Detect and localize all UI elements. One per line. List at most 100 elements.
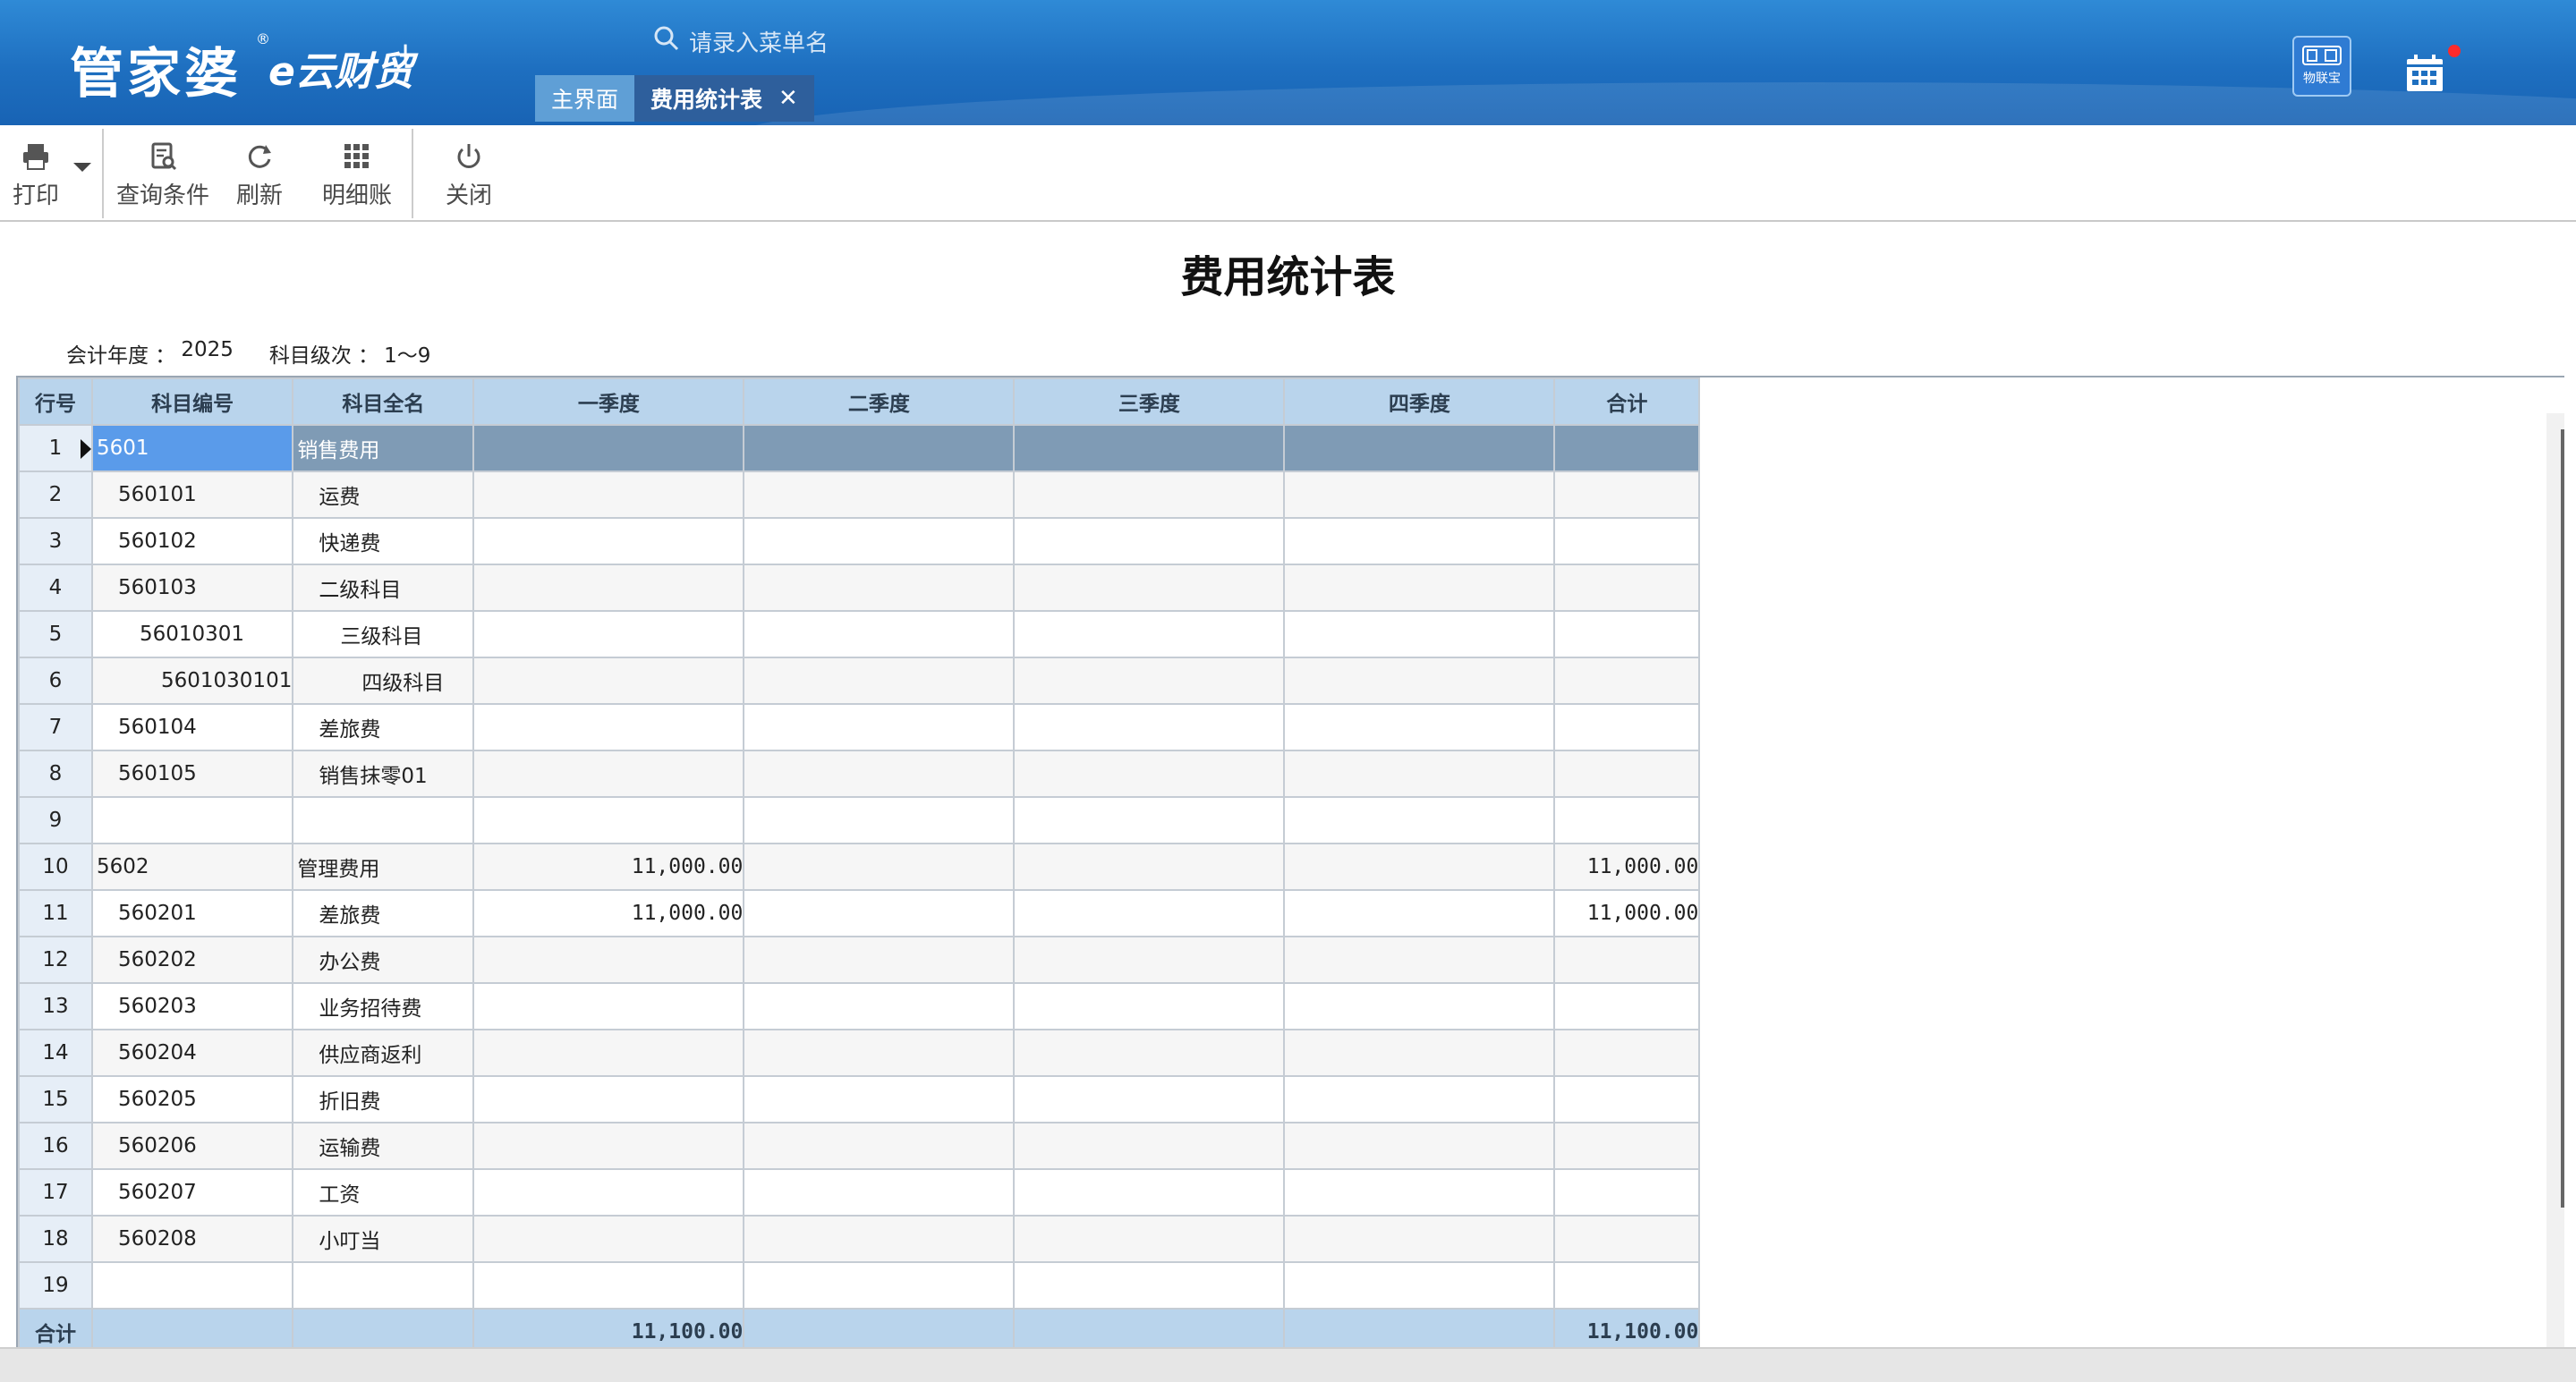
amount-q1[interactable]: 11,000.00: [472, 889, 745, 937]
amount-q2[interactable]: [743, 889, 1016, 937]
amount-q4[interactable]: [1283, 471, 1556, 519]
amount-q1[interactable]: [472, 424, 745, 472]
table-row[interactable]: 15 560205 折旧费: [18, 1075, 1701, 1123]
subject-code[interactable]: 560104: [90, 703, 294, 751]
amount-total[interactable]: 11,000.00: [1553, 843, 1701, 891]
row-number[interactable]: 9: [18, 796, 93, 844]
subject-name[interactable]: 运费: [292, 471, 475, 519]
col-header-q2[interactable]: 二季度: [743, 377, 1016, 426]
subject-code[interactable]: 560201: [90, 889, 294, 937]
table-row[interactable]: 19: [18, 1261, 1701, 1310]
row-number[interactable]: 16: [18, 1122, 93, 1170]
amount-q4[interactable]: [1283, 796, 1556, 844]
subject-name[interactable]: 快递费: [292, 517, 475, 565]
amount-total[interactable]: [1553, 982, 1701, 1030]
detail-ledger-button[interactable]: 明细账: [322, 141, 392, 210]
row-number[interactable]: 14: [18, 1029, 93, 1077]
table-row[interactable]: 8 560105 销售抹零01: [18, 750, 1701, 798]
amount-total[interactable]: [1553, 936, 1701, 984]
subject-name[interactable]: 差旅费: [292, 703, 475, 751]
amount-q3[interactable]: [1013, 843, 1286, 891]
amount-q3[interactable]: [1013, 610, 1286, 658]
amount-q1[interactable]: [472, 1122, 745, 1170]
amount-q3[interactable]: [1013, 936, 1286, 984]
table-row[interactable]: 5 56010301 三级科目: [18, 610, 1701, 658]
table-row[interactable]: 10 5602 管理费用 11,000.00 11,000.00: [18, 843, 1701, 891]
query-conditions-button[interactable]: 查询条件: [116, 141, 209, 210]
amount-q1[interactable]: [472, 750, 745, 798]
amount-q1[interactable]: [472, 1075, 745, 1123]
amount-q4[interactable]: [1283, 1261, 1556, 1310]
subject-name[interactable]: 二级科目: [292, 564, 475, 612]
subject-name[interactable]: 供应商返利: [292, 1029, 475, 1077]
row-number[interactable]: 18: [18, 1215, 93, 1263]
scrollbar-thumb[interactable]: [2561, 429, 2564, 1208]
table-row[interactable]: 11 560201 差旅费 11,000.00 11,000.00: [18, 889, 1701, 937]
amount-q2[interactable]: [743, 796, 1016, 844]
amount-q4[interactable]: [1283, 982, 1556, 1030]
amount-q4[interactable]: [1283, 424, 1556, 472]
amount-q2[interactable]: [743, 936, 1016, 984]
table-row[interactable]: 2 560101 运费: [18, 471, 1701, 519]
row-number[interactable]: 13: [18, 982, 93, 1030]
subject-code[interactable]: 560207: [90, 1168, 294, 1217]
amount-q3[interactable]: [1013, 889, 1286, 937]
col-header-code[interactable]: 科目编号: [90, 377, 294, 426]
col-header-q3[interactable]: 三季度: [1013, 377, 1286, 426]
amount-q3[interactable]: [1013, 703, 1286, 751]
amount-total[interactable]: [1553, 517, 1701, 565]
amount-total[interactable]: [1553, 1075, 1701, 1123]
calendar-icon[interactable]: [2405, 54, 2444, 93]
table-row[interactable]: 12 560202 办公费: [18, 936, 1701, 984]
print-button[interactable]: 打印: [13, 141, 59, 210]
subject-code[interactable]: 560204: [90, 1029, 294, 1077]
subject-name[interactable]: 销售抹零01: [292, 750, 475, 798]
row-number[interactable]: 1: [18, 424, 93, 472]
subject-code[interactable]: [90, 796, 294, 844]
amount-total[interactable]: [1553, 750, 1701, 798]
vertical-scrollbar[interactable]: [2546, 413, 2564, 1349]
amount-q2[interactable]: [743, 424, 1016, 472]
amount-q3[interactable]: [1013, 1122, 1286, 1170]
amount-q2[interactable]: [743, 471, 1016, 519]
amount-q3[interactable]: [1013, 657, 1286, 705]
amount-q4[interactable]: [1283, 517, 1556, 565]
amount-q1[interactable]: [472, 982, 745, 1030]
amount-q2[interactable]: [743, 564, 1016, 612]
subject-code[interactable]: 560208: [90, 1215, 294, 1263]
amount-total[interactable]: [1553, 657, 1701, 705]
col-header-row-no[interactable]: 行号: [18, 377, 93, 426]
amount-q3[interactable]: [1013, 1261, 1286, 1310]
subject-code[interactable]: [90, 1261, 294, 1310]
col-header-q4[interactable]: 四季度: [1283, 377, 1556, 426]
row-number[interactable]: 5: [18, 610, 93, 658]
amount-q4[interactable]: [1283, 889, 1556, 937]
table-row[interactable]: 7 560104 差旅费: [18, 703, 1701, 751]
close-button[interactable]: 关闭: [446, 141, 492, 210]
table-row[interactable]: 14 560204 供应商返利: [18, 1029, 1701, 1077]
menu-search[interactable]: 请录入菜单名: [653, 23, 922, 59]
amount-q1[interactable]: [472, 936, 745, 984]
amount-q1[interactable]: [472, 1168, 745, 1217]
subject-name[interactable]: 销售费用: [292, 424, 475, 472]
row-number[interactable]: 19: [18, 1261, 93, 1310]
amount-q3[interactable]: [1013, 1075, 1286, 1123]
amount-q3[interactable]: [1013, 750, 1286, 798]
subject-name[interactable]: 三级科目: [292, 610, 475, 658]
tab-main[interactable]: 主界面: [535, 75, 635, 122]
amount-q4[interactable]: [1283, 936, 1556, 984]
col-header-name[interactable]: 科目全名: [292, 377, 475, 426]
amount-q4[interactable]: [1283, 750, 1556, 798]
search-input[interactable]: 请录入菜单名: [689, 25, 829, 58]
close-icon[interactable]: ✕: [778, 85, 798, 112]
subject-code[interactable]: 560105: [90, 750, 294, 798]
subject-name[interactable]: 运输费: [292, 1122, 475, 1170]
subject-name[interactable]: [292, 1261, 475, 1310]
amount-q3[interactable]: [1013, 517, 1286, 565]
amount-q2[interactable]: [743, 1075, 1016, 1123]
amount-q4[interactable]: [1283, 1029, 1556, 1077]
row-number[interactable]: 12: [18, 936, 93, 984]
subject-code[interactable]: 560203: [90, 982, 294, 1030]
amount-q3[interactable]: [1013, 1168, 1286, 1217]
table-row[interactable]: 13 560203 业务招待费: [18, 982, 1701, 1030]
